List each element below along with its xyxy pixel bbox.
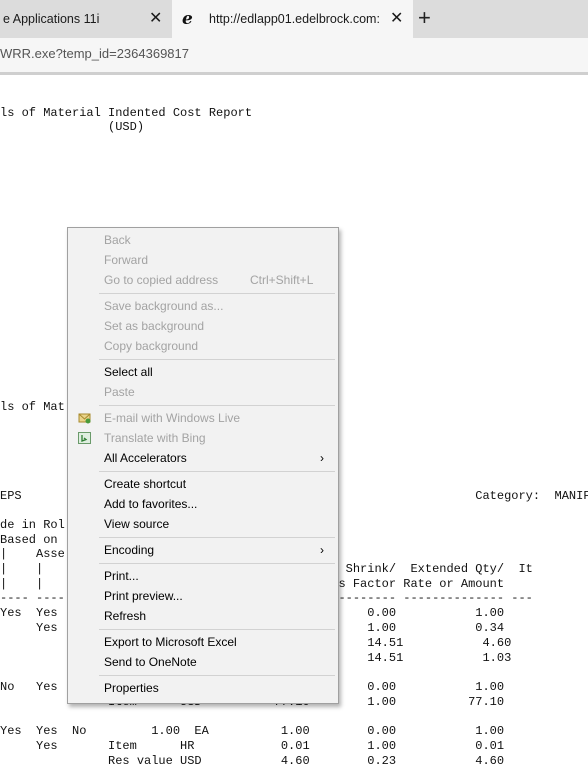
menu-item-label: Back — [104, 233, 131, 247]
menu-item-shortcut: Ctrl+Shift+L — [250, 273, 314, 287]
menu-item-label: Print preview... — [104, 589, 183, 603]
menu-item-label: Translate with Bing — [104, 431, 206, 445]
tab-strip: e Applications 11i ✕ e http://edlapp01.e… — [0, 0, 588, 38]
menu-item-label: Encoding — [104, 543, 155, 557]
menu-separator — [99, 293, 335, 294]
chevron-right-icon: › — [320, 451, 324, 465]
menu-separator — [99, 563, 335, 564]
menu-item-add-to-favorites[interactable]: Add to favorites... — [68, 494, 338, 514]
menu-item-label: Select all — [104, 365, 153, 379]
menu-item-label: Forward — [104, 253, 149, 267]
menu-item-export-to-excel[interactable]: Export to Microsoft Excel — [68, 632, 338, 652]
menu-item-label: Refresh — [104, 609, 147, 623]
chevron-right-icon: › — [320, 543, 324, 557]
report-line: ls of Mat — [0, 400, 65, 414]
menu-item-label: Save background as... — [104, 299, 224, 313]
menu-item-label: Set as background — [104, 319, 205, 333]
menu-item-print-preview[interactable]: Print preview... — [68, 586, 338, 606]
menu-item-print[interactable]: Print... — [68, 566, 338, 586]
menu-item-copy-background[interactable]: Copy background — [68, 336, 338, 356]
address-url[interactable]: WRR.exe?temp_id=2364369817 — [0, 38, 189, 70]
menu-item-label: Create shortcut — [104, 477, 187, 491]
menu-item-label: Go to copied address — [104, 273, 219, 287]
menu-item-select-all[interactable]: Select all — [68, 362, 338, 382]
menu-item-label: Add to favorites... — [104, 497, 198, 511]
new-tab-button[interactable]: + — [418, 0, 431, 36]
context-menu: Back Forward Go to copied address Ctrl+Sh… — [67, 227, 339, 704]
menu-item-send-to-onenote[interactable]: Send to OneNote — [68, 652, 338, 672]
menu-item-label: View source — [104, 517, 170, 531]
report-line: de in Rol — [0, 518, 65, 532]
menu-item-view-source[interactable]: View source — [68, 514, 338, 534]
menu-item-create-shortcut[interactable]: Create shortcut — [68, 474, 338, 494]
menu-item-set-as-background[interactable]: Set as background — [68, 316, 338, 336]
menu-item-label: Export to Microsoft Excel — [104, 635, 237, 649]
table-row: Yes Item HR 0.01 1.00 0.01 — [0, 739, 505, 753]
menu-item-label: Copy background — [104, 339, 199, 353]
menu-separator — [99, 629, 335, 630]
tab-report-active[interactable]: e http://edlapp01.edelbrock.com:8 ✕ — [172, 0, 413, 38]
table-row: Res value USD 4.60 0.23 4.60 — [0, 754, 505, 768]
report-title: ls of Material Indented Cost Report — [0, 106, 253, 120]
menu-item-back[interactable]: Back — [68, 230, 338, 250]
report-line: | Asse — [0, 547, 65, 561]
bing-translate-icon — [78, 432, 91, 444]
report-line: R — [0, 92, 588, 106]
menu-item-go-to-copied-address[interactable]: Go to copied address Ctrl+Shift+L — [68, 270, 338, 290]
menu-separator — [99, 405, 335, 406]
menu-item-label: Send to OneNote — [104, 655, 197, 669]
report-line: Based on — [0, 533, 58, 547]
tab-title: e Applications 11i — [3, 12, 100, 26]
menu-item-email-with-windows-live[interactable]: E-mail with Windows Live — [68, 408, 338, 428]
close-tab-icon[interactable]: ✕ — [149, 0, 162, 38]
close-tab-icon[interactable]: ✕ — [390, 0, 403, 38]
tab-title: http://edlapp01.edelbrock.com:8 — [209, 12, 379, 26]
menu-item-save-background-as[interactable]: Save background as... — [68, 296, 338, 316]
menu-item-all-accelerators[interactable]: All Accelerators › — [68, 448, 338, 468]
menu-item-refresh[interactable]: Refresh — [68, 606, 338, 626]
menu-separator — [99, 675, 335, 676]
menu-item-label: Print... — [104, 569, 139, 583]
menu-item-paste[interactable]: Paste — [68, 382, 338, 402]
menu-item-forward[interactable]: Forward — [68, 250, 338, 270]
menu-item-label: E-mail with Windows Live — [104, 411, 241, 425]
menu-item-label: All Accelerators — [104, 451, 187, 465]
internet-explorer-icon: e — [182, 9, 193, 29]
menu-item-translate-with-bing[interactable]: Translate with Bing — [68, 428, 338, 448]
menu-item-label: Properties — [104, 681, 159, 695]
menu-separator — [99, 471, 335, 472]
menu-item-label: Paste — [104, 385, 135, 399]
tab-oracle-applications[interactable]: e Applications 11i ✕ — [0, 0, 171, 38]
menu-separator — [99, 537, 335, 538]
menu-item-properties[interactable]: Properties — [68, 678, 338, 698]
report-currency: (USD) — [0, 120, 145, 134]
windows-live-mail-icon — [78, 413, 91, 424]
address-bar[interactable]: WRR.exe?temp_id=2364369817 — [0, 38, 588, 72]
menu-separator — [99, 359, 335, 360]
menu-item-encoding[interactable]: Encoding › — [68, 540, 338, 560]
table-row: Yes Yes No 1.00 EA 1.00 0.00 1.00 — [0, 724, 505, 738]
